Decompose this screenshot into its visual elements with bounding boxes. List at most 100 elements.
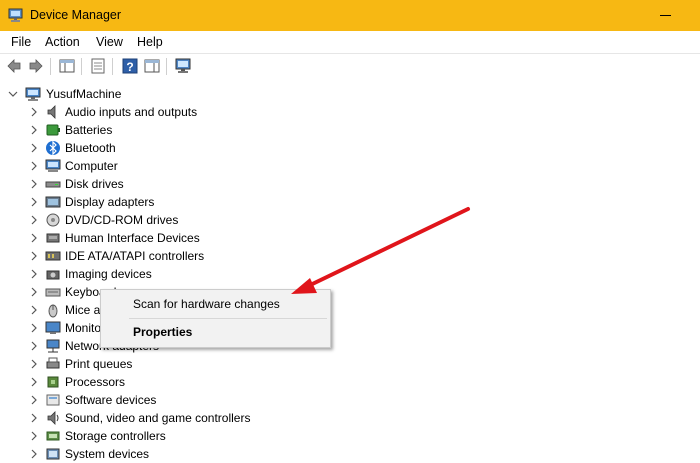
bluetooth-icon — [46, 140, 60, 156]
tree-item[interactable]: Imaging devices — [0, 265, 700, 283]
tree-item-label: Batteries — [65, 123, 113, 137]
processor-icon — [47, 376, 59, 388]
camera-icon — [46, 270, 60, 280]
tree-item-label: Print queues — [65, 357, 133, 371]
chevron-right-icon[interactable] — [29, 143, 39, 153]
tree-item[interactable]: Storage controllers — [0, 427, 700, 445]
tree-item-label: Bluetooth — [65, 141, 116, 155]
tree-item-label: DVD/CD-ROM drives — [65, 213, 179, 227]
chevron-right-icon[interactable] — [29, 125, 39, 135]
tree-item-label: Audio inputs and outputs — [65, 105, 198, 119]
tree-item-label: Display adapters — [65, 195, 155, 209]
tree-item[interactable]: Bluetooth — [0, 139, 700, 157]
chevron-right-icon[interactable] — [29, 305, 39, 315]
tree-item-label: Human Interface Devices — [65, 231, 200, 245]
chevron-right-icon[interactable] — [29, 107, 39, 117]
console-tree-icon[interactable] — [59, 58, 75, 74]
software-device-icon — [46, 394, 60, 406]
tree-item-label: Processors — [65, 375, 126, 389]
keyboard-icon — [45, 288, 61, 297]
context-menu-separator — [129, 318, 327, 319]
chevron-right-icon[interactable] — [29, 269, 39, 279]
ide-controller-icon — [45, 251, 61, 261]
tree-item[interactable]: Print queues — [0, 355, 700, 373]
forward-icon[interactable] — [28, 58, 44, 74]
toolbar-separator — [81, 58, 82, 75]
display-adapter-icon — [45, 196, 61, 208]
toolbar-separator — [166, 58, 167, 75]
title-bar[interactable]: Device Manager — [0, 0, 700, 31]
properties-item-label: Properties — [133, 325, 193, 339]
tree-item-label: System devices — [65, 447, 150, 461]
tree-item[interactable]: Human Interface Devices — [0, 229, 700, 247]
properties-icon[interactable] — [90, 58, 106, 74]
storage-controller-icon — [46, 431, 60, 441]
chevron-right-icon[interactable] — [29, 179, 39, 189]
tree-item[interactable]: Software devices — [0, 391, 700, 409]
device-manager-icon — [8, 8, 23, 22]
properties-item[interactable]: Properties — [101, 321, 330, 343]
mouse-icon — [48, 304, 58, 318]
system-device-icon — [46, 448, 60, 460]
tree-item[interactable]: DVD/CD-ROM drives — [0, 211, 700, 229]
context-menu: Scan for hardware changes Properties — [100, 289, 331, 348]
menu-file[interactable]: File — [11, 35, 31, 49]
toolbar-separator — [112, 58, 113, 75]
toolbar-separator — [50, 58, 51, 75]
network-adapter-icon — [46, 339, 60, 353]
tree-item[interactable]: Disk drives — [0, 175, 700, 193]
computer-icon — [25, 87, 41, 101]
chevron-right-icon[interactable] — [29, 251, 39, 261]
tree-root-row[interactable]: YusufMachine — [0, 85, 700, 103]
menu-bar: File Action View Help — [0, 31, 700, 53]
back-icon[interactable] — [6, 58, 22, 74]
scan-for-hardware-changes-item[interactable]: Scan for hardware changes — [101, 293, 330, 315]
device-tree: YusufMachine Audio inputs and outputs Bat… — [0, 79, 700, 461]
tree-item[interactable]: Display adapters — [0, 193, 700, 211]
speaker-icon — [47, 105, 56, 119]
svg-text:?: ? — [126, 60, 133, 74]
menu-action[interactable]: Action — [45, 35, 80, 49]
tree-item[interactable]: Processors — [0, 373, 700, 391]
chevron-right-icon[interactable] — [29, 395, 39, 405]
tree-item-label: Storage controllers — [65, 429, 166, 443]
minimize-icon[interactable] — [660, 15, 671, 16]
dvd-drive-icon — [46, 213, 60, 227]
chevron-right-icon[interactable] — [29, 323, 39, 333]
printer-icon — [46, 357, 60, 369]
scan-hardware-icon[interactable] — [175, 58, 191, 74]
tree-item[interactable]: Computer — [0, 157, 700, 175]
tree-item[interactable]: Audio inputs and outputs — [0, 103, 700, 121]
action-pane-icon[interactable] — [144, 58, 160, 74]
hid-icon — [46, 233, 60, 243]
help-icon[interactable]: ? — [122, 58, 138, 74]
monitor-icon — [45, 321, 61, 334]
tree-item-label: Sound, video and game controllers — [65, 411, 251, 425]
computer-icon — [45, 159, 61, 172]
toolbar: ? — [0, 53, 700, 80]
scan-item-label: Scan for hardware changes — [133, 297, 280, 311]
disk-drive-icon — [45, 181, 61, 188]
chevron-right-icon[interactable] — [29, 233, 39, 243]
tree-item-label: Computer — [65, 159, 118, 173]
tree-item[interactable]: System devices — [0, 445, 700, 463]
chevron-right-icon[interactable] — [29, 341, 39, 351]
chevron-right-icon[interactable] — [29, 287, 39, 297]
chevron-down-icon[interactable] — [8, 89, 18, 99]
tree-item[interactable]: Batteries — [0, 121, 700, 139]
menu-help[interactable]: Help — [137, 35, 163, 49]
chevron-right-icon[interactable] — [29, 197, 39, 207]
chevron-right-icon[interactable] — [29, 359, 39, 369]
chevron-right-icon[interactable] — [29, 215, 39, 225]
chevron-right-icon[interactable] — [29, 377, 39, 387]
window-title: Device Manager — [30, 8, 122, 22]
battery-icon — [46, 124, 60, 136]
tree-item[interactable]: Sound, video and game controllers — [0, 409, 700, 427]
tree-item-label: Imaging devices — [65, 267, 152, 281]
tree-root-label: YusufMachine — [46, 87, 122, 101]
chevron-right-icon[interactable] — [29, 431, 39, 441]
chevron-right-icon[interactable] — [29, 413, 39, 423]
menu-view[interactable]: View — [96, 35, 123, 49]
chevron-right-icon[interactable] — [29, 161, 39, 171]
tree-item[interactable]: IDE ATA/ATAPI controllers — [0, 247, 700, 265]
